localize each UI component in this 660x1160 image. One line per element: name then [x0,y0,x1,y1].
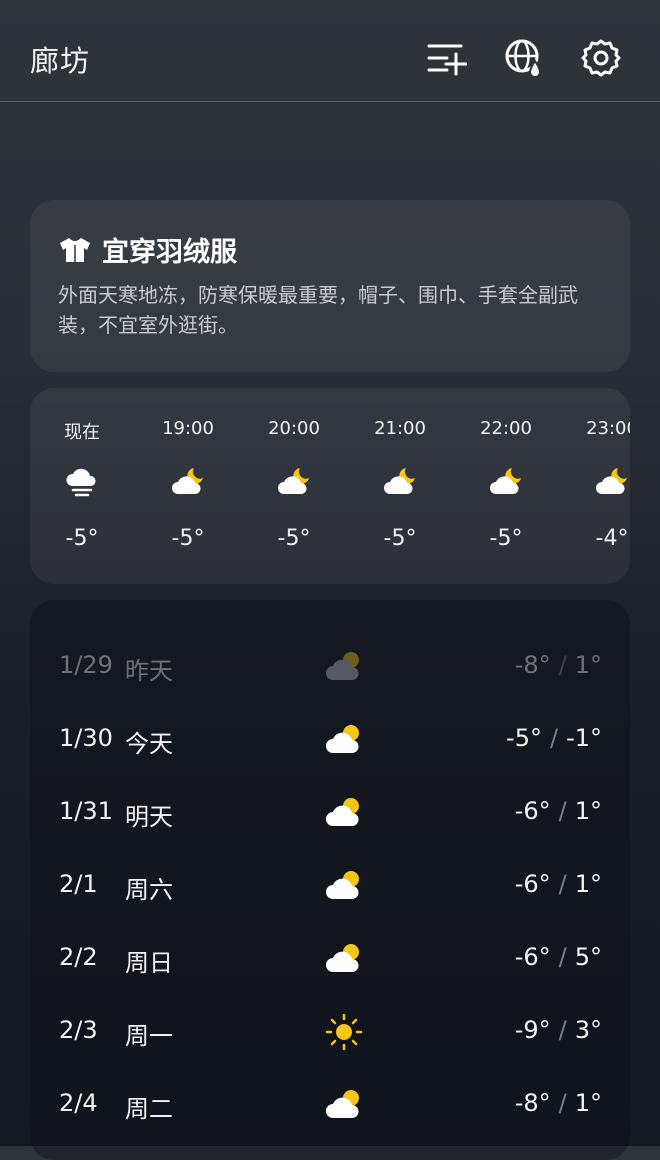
weather-map-button[interactable] [502,36,546,80]
add-city-icon [427,44,467,76]
partly-cloudy-icon [326,871,359,899]
hourly-time: 20:00 [268,418,320,439]
daily-high: 3° [574,1016,602,1044]
daily-forecast-card[interactable]: 1/29 昨天 -8°/1° 1/30 今天 -5° / -1° 1/31 明天 -… [30,600,630,1160]
hourly-item[interactable]: 23:00 -4° [567,388,630,584]
hourly-temp: -5° [65,526,99,551]
daily-day: 周二 [125,1095,173,1123]
daily-temp-range: -6°/5° [514,943,602,971]
daily-row-tomorrow[interactable]: 1/31 明天 -6°/1° [30,783,630,843]
daily-low: -9° [514,1016,551,1044]
daily-date: 1/29 [59,651,113,679]
partly-cloudy-icon [326,798,359,826]
daily-low: -6° [514,870,551,898]
daily-high: 1° [574,651,602,679]
daily-day: 周日 [125,949,173,977]
daily-low: -6° [514,797,551,825]
cloudy-night-icon [490,468,521,494]
partly-cloudy-icon [326,1090,359,1118]
daily-row-today[interactable]: 1/30 今天 -5° / -1° [30,710,630,770]
daily-row-tuesday[interactable]: 2/4 周二 -8°/1° [30,1075,630,1135]
top-bar: 廊坊 [0,0,660,102]
daily-day: 周六 [125,876,173,904]
hourly-item[interactable]: 19:00 -5° [143,388,233,584]
globe-rain-icon [505,39,542,78]
daily-temp-range: -6°/1° [514,870,602,898]
daily-temp-range: -5° / -1° [506,724,602,752]
settings-button[interactable] [579,36,623,80]
hourly-temp: -5° [171,526,205,551]
daily-high: 1° [574,797,602,825]
daily-row-monday[interactable]: 2/3 周一 -9°/3° [30,1002,630,1062]
daily-date: 1/31 [59,797,113,825]
daily-temp-range: -8°/1° [514,1089,602,1117]
daily-date: 2/3 [59,1016,98,1044]
daily-temp-range: -9°/3° [514,1016,602,1044]
daily-day: 昨天 [125,657,173,685]
hourly-temp: -4° [595,526,629,551]
daily-high: 1° [574,870,602,898]
hourly-time: 19:00 [162,418,214,439]
hourly-item[interactable]: 22:00 -5° [461,388,551,584]
cloudy-night-icon [172,468,203,494]
partly-cloudy-icon [326,725,359,753]
hourly-temp: -5° [277,526,311,551]
daily-high: -1° [566,724,602,752]
daily-date: 2/4 [59,1089,98,1117]
hourly-item[interactable]: 20:00 -5° [249,388,339,584]
partly-cloudy-icon [326,652,359,680]
daily-low: -8° [514,651,551,679]
cloudy-night-icon [384,468,415,494]
daily-high: 1° [574,1089,602,1117]
daily-date: 1/30 [59,724,113,752]
daily-temp-range: -8°/1° [514,651,602,679]
hourly-time: 现在 [64,422,100,443]
cloudy-night-icon [596,468,627,494]
daily-row-saturday[interactable]: 2/1 周六 -6°/1° [30,856,630,916]
fog-icon [66,468,96,497]
daily-date: 2/2 [59,943,98,971]
daily-day: 明天 [125,803,173,831]
daily-day: 周一 [125,1022,173,1050]
hourly-temp: -5° [489,526,523,551]
hourly-time: 22:00 [480,418,532,439]
settings-icon [581,39,621,77]
daily-temp-range: -6°/1° [514,797,602,825]
city-name[interactable]: 廊坊 [30,38,90,80]
daily-high: 5° [574,943,602,971]
hourly-item[interactable]: 21:00 -5° [355,388,445,584]
hourly-item[interactable]: 现在 -5° [37,388,127,584]
advice-text: 外面天寒地冻，防寒保暖最重要，帽子、围巾、手套全副武装，不宜室外逛街。 [58,283,578,337]
daily-low: -6° [514,943,551,971]
daily-day: 今天 [125,730,173,758]
daily-row-sunday[interactable]: 2/2 周日 -6°/5° [30,929,630,989]
daily-date: 2/1 [59,870,98,898]
hourly-time: 23:00 [586,418,630,439]
advice-title: 宜穿羽绒服 [58,230,237,269]
advice-title-text: 宜穿羽绒服 [102,237,237,268]
hourly-temp: -5° [383,526,417,551]
clothing-advice-card[interactable]: 宜穿羽绒服 外面天寒地冻，防寒保暖最重要，帽子、围巾、手套全副武装，不宜室外逛街… [30,200,630,372]
daily-row-yesterday[interactable]: 1/29 昨天 -8°/1° [30,637,630,697]
clothes-icon [60,237,90,262]
daily-low: -5° [506,724,542,752]
header-divider [0,101,660,102]
cloudy-night-icon [278,468,309,494]
add-city-button[interactable] [425,36,469,80]
sunny-icon [325,1013,363,1051]
hourly-forecast-card[interactable]: 现在 -5° 19:00 -5° 20:00 -5° 21:00 -5° 22:… [30,388,630,584]
daily-low: -8° [514,1089,551,1117]
hourly-time: 21:00 [374,418,426,439]
partly-cloudy-icon [326,944,359,972]
